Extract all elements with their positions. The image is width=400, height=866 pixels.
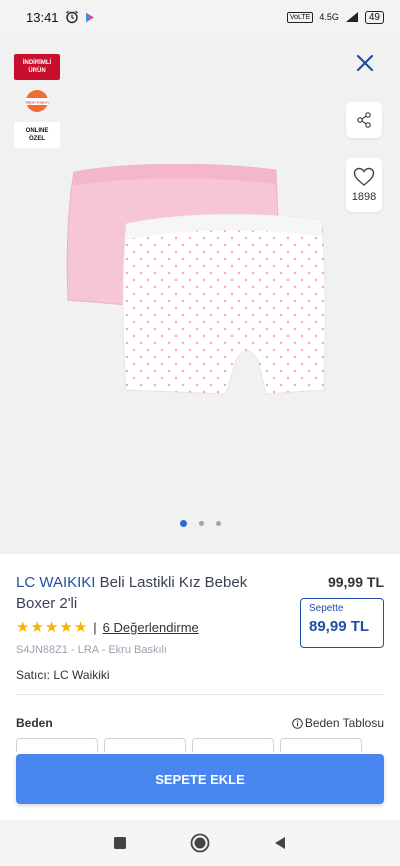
rating-row: ★ ★ ★ ★ ★ | 6 Değerlendirme [16,620,199,635]
share-icon [357,112,371,128]
gallery-dot-2[interactable] [198,521,204,526]
product-sku: S4JN88Z1 - LRA - Ekru Baskılı [16,644,167,656]
heart-icon [353,167,375,186]
recents-icon [114,837,126,849]
add-to-cart-button[interactable]: SEPETE EKLE [16,754,384,804]
super-coupon-text: Süper Kupon [25,100,48,105]
network-label: 4.5G [319,12,339,22]
seller-info[interactable]: Satıcı: LC Waikiki [16,668,110,682]
info-icon [292,717,303,729]
online-exclusive-badge: ONLINE ÖZEL [14,122,60,148]
star-icon: ★ [16,619,30,636]
basket-price-label: Sepette [309,603,344,614]
gallery-dots [0,520,400,527]
back-button[interactable] [268,831,292,855]
size-options [16,738,362,752]
size-title: Beden [16,716,53,730]
star-icon: ★ [59,619,73,636]
reviews-link[interactable]: 6 Değerlendirme [103,620,199,635]
favorite-button[interactable]: 1898 [346,158,382,212]
share-button[interactable] [346,102,382,138]
product-gallery[interactable]: İNDİRİMLİ ÜRÜN Süper Kupon ONLINE ÖZEL 1… [0,34,400,554]
size-option[interactable] [280,738,362,752]
discount-badge: İNDİRİMLİ ÜRÜN [14,54,60,80]
size-row: Beden Beden Tablosu [16,716,384,730]
battery-icon: 49 [364,10,384,24]
product-title: LC WAIKIKI Beli Lastikli Kız Bebek Boxer… [16,572,288,614]
gallery-dot-3[interactable] [215,521,221,526]
product-image [66,164,326,395]
divider [16,694,384,695]
favorite-count: 1898 [351,191,377,203]
status-bar: 13:41 VoLTE 4.5G 49 [0,0,400,34]
size-option[interactable] [192,738,274,752]
gallery-dot-1[interactable] [179,520,187,527]
size-table-link[interactable]: Beden Tablosu [292,716,384,730]
basket-price-box: Sepette 89,99 TL [300,598,384,648]
product-info: LC WAIKIKI Beli Lastikli Kız Bebek Boxer… [0,554,400,782]
star-icon: ★ [44,619,59,636]
brand-link[interactable]: LC WAIKIKI [16,574,95,591]
play-store-icon [85,12,94,22]
status-time: 13:41 [26,9,59,25]
product-price: 99,99 TL [327,574,384,590]
star-icon: ★ [30,619,44,636]
alarm-icon [65,10,78,24]
signal-icon [345,12,358,22]
status-left: 13:41 [26,10,95,25]
size-option[interactable] [104,738,186,752]
review-separator: | [93,620,97,635]
size-option[interactable] [16,738,98,752]
home-button[interactable] [188,831,212,855]
super-coupon-icon: Süper Kupon [25,90,49,112]
size-table-label: Beden Tablosu [304,716,384,730]
rating-stars: ★ ★ ★ ★ ★ [16,620,87,635]
status-right: VoLTE 4.5G 49 [286,10,384,24]
back-icon [275,837,285,849]
volte-icon: VoLTE [286,11,314,23]
badges: İNDİRİMLİ ÜRÜN Süper Kupon ONLINE ÖZEL [14,54,60,148]
super-coupon-badge: Süper Kupon [14,88,60,114]
recents-button[interactable] [108,831,132,855]
star-icon: ★ [73,619,88,636]
system-nav-bar [0,820,400,866]
basket-price: 89,99 TL [309,618,370,635]
close-icon[interactable] [354,52,376,74]
home-icon [190,833,210,853]
